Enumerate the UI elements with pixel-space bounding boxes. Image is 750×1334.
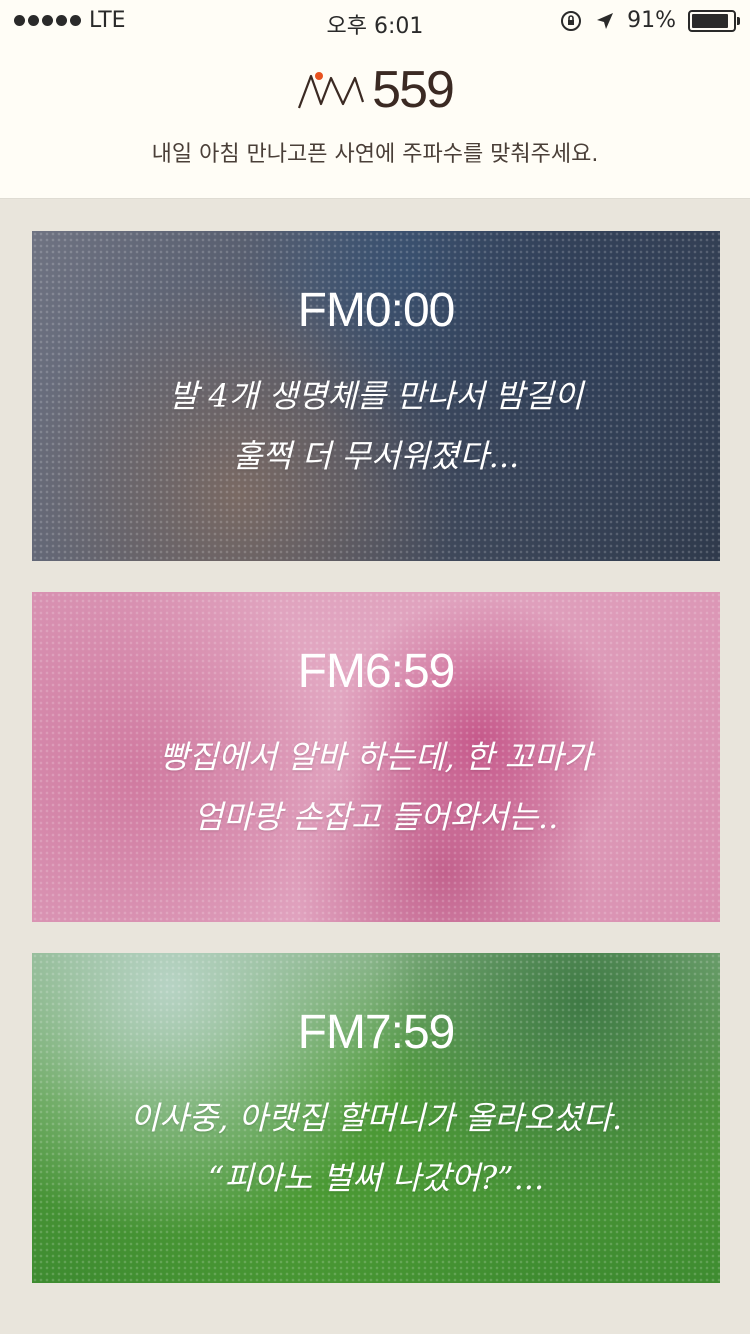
- status-right: 91%: [559, 8, 740, 33]
- card-teaser-line2: “피아노 벌써 나갔어?”...: [207, 1159, 545, 1197]
- orientation-lock-icon: [561, 10, 582, 31]
- card-teaser-line1: 발 4개 생명체를 만나서 밤길이: [168, 377, 584, 415]
- card-teaser-line2: 훌쩍 더 무서워졌다...: [232, 437, 520, 475]
- logo-number: 559: [372, 61, 455, 119]
- tagline: 내일 아침 만나고픈 사연에 주파수를 맞춰주세요.: [151, 142, 599, 167]
- app-logo[interactable]: 559: [0, 62, 750, 118]
- card-frequency: FM0:00: [297, 284, 456, 337]
- story-card-fm7-59[interactable]: FM7:59 이사중, 아랫집 할머니가 올라오셨다. “피아노 벌써 나갔어?…: [32, 953, 720, 1283]
- card-frequency: FM6:59: [297, 645, 456, 698]
- status-bar: LTE 오후 6:01 91%: [0, 0, 750, 42]
- card-teaser-line1: 이사중, 아랫집 할머니가 올라오셨다.: [129, 1099, 623, 1137]
- am-logo-mark: [298, 72, 365, 109]
- app-header: 559 내일 아침 만나고픈 사연에 주파수를 맞춰주세요.: [0, 42, 750, 198]
- card-teaser-line2: 엄마랑 손잡고 들어와서는..: [193, 798, 559, 836]
- battery-icon: [688, 9, 740, 32]
- battery-percent: 91%: [627, 8, 676, 33]
- story-card-fm6-59[interactable]: FM6:59 빵집에서 알바 하는데, 한 꼬마가 엄마랑 손잡고 들어와서는.…: [32, 592, 720, 922]
- card-teaser-line1: 빵집에서 알바 하는데, 한 꼬마가: [159, 738, 593, 776]
- card-frequency: FM7:59: [297, 1006, 456, 1059]
- location-arrow-icon: [597, 12, 614, 29]
- story-card-fm0-00[interactable]: FM0:00 발 4개 생명체를 만나서 밤길이 훌쩍 더 무서워졌다...: [32, 231, 720, 561]
